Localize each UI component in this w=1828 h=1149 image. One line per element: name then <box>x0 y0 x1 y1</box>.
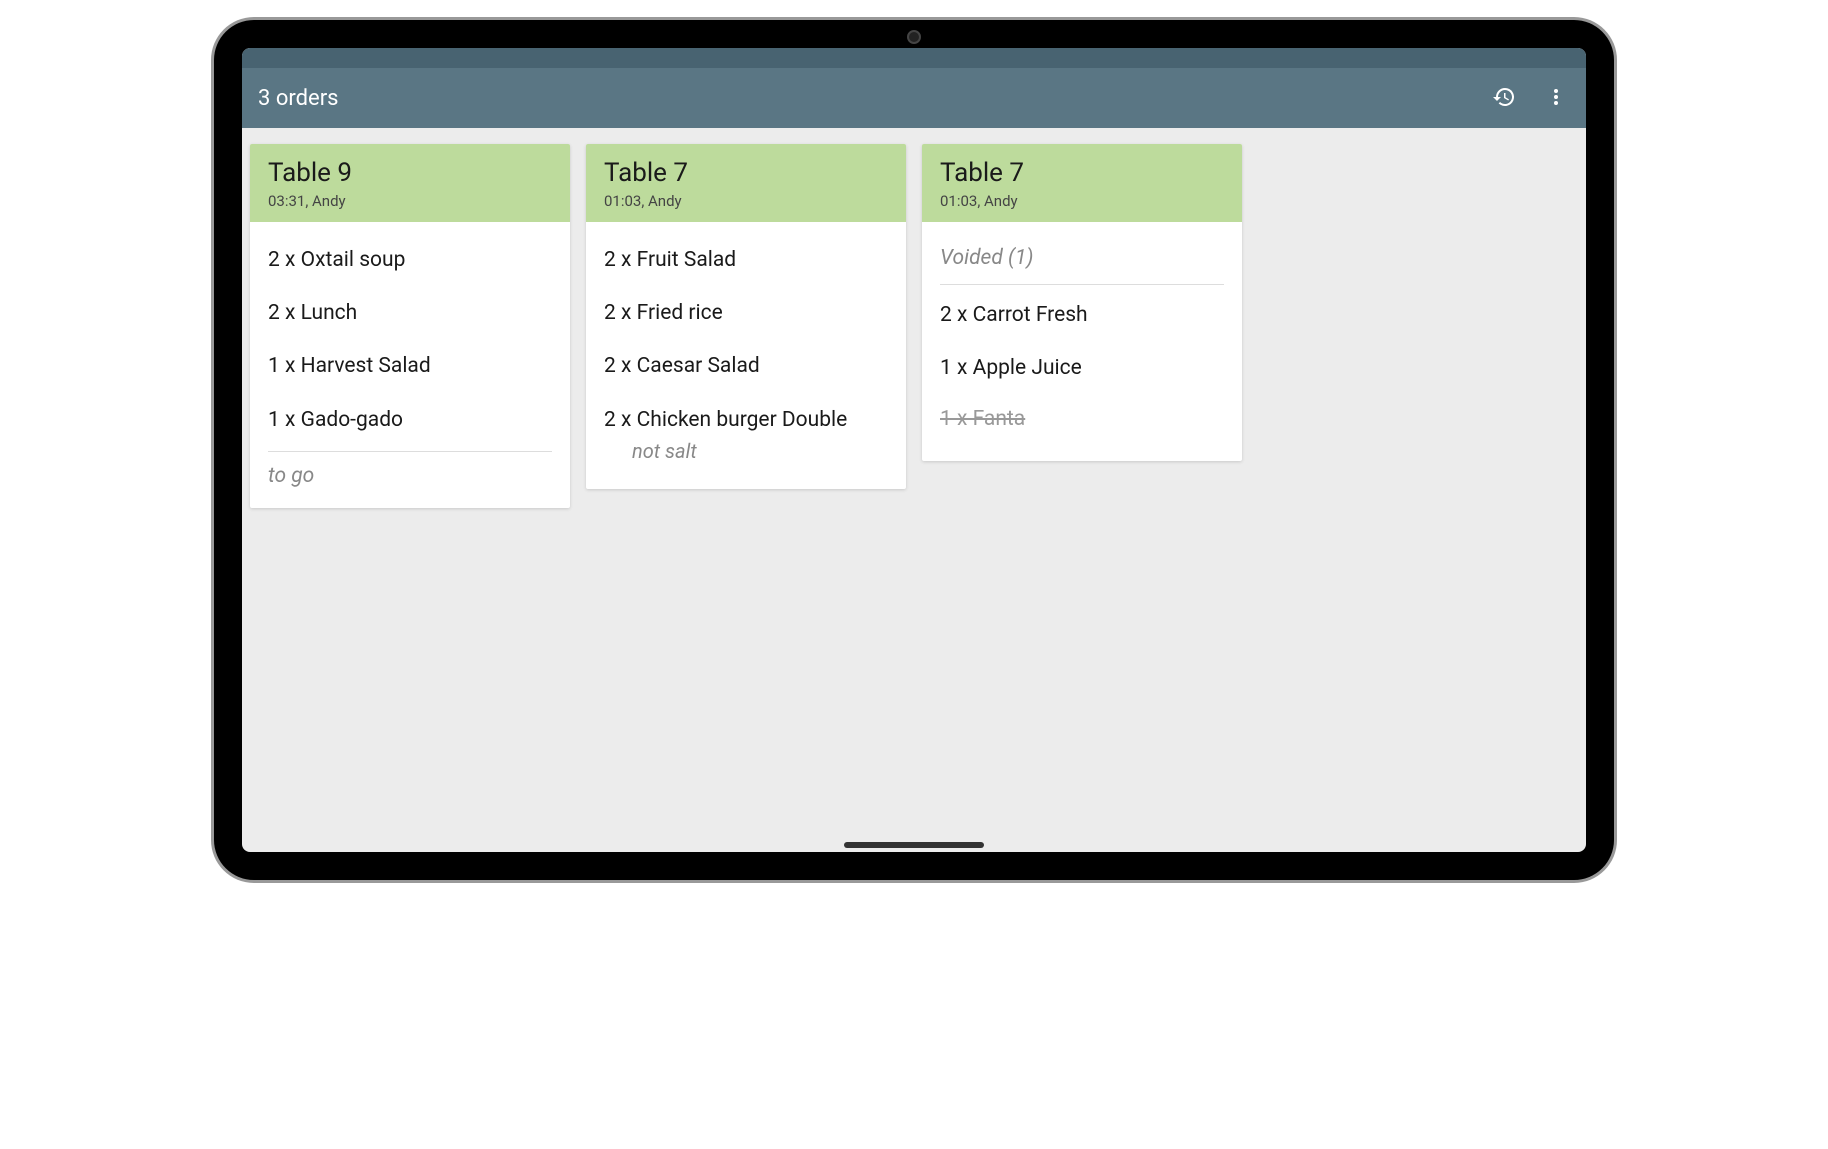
order-item: 1 x Gado-gado <box>268 394 552 447</box>
order-card[interactable]: Table 7 01:03, Andy 2 x Fruit Salad 2 x … <box>586 144 906 489</box>
orders-container: Table 9 03:31, Andy 2 x Oxtail soup 2 x … <box>242 128 1586 852</box>
order-meta: 01:03, Andy <box>604 192 888 210</box>
order-card-header: Table 7 01:03, Andy <box>586 144 906 222</box>
home-indicator <box>844 842 984 848</box>
order-item-note: not salt <box>604 439 888 471</box>
order-item: 2 x Carrot Fresh <box>940 289 1224 342</box>
screen: 3 orders Table 9 <box>242 48 1586 852</box>
order-card[interactable]: Table 7 01:03, Andy Voided (1) 2 x Carro… <box>922 144 1242 461</box>
order-card-body: 2 x Oxtail soup 2 x Lunch 1 x Harvest Sa… <box>250 222 570 508</box>
order-card-body: Voided (1) 2 x Carrot Fresh 1 x Apple Ju… <box>922 222 1242 461</box>
divider <box>268 451 552 452</box>
order-footer-note: to go <box>268 456 552 490</box>
divider <box>940 284 1224 285</box>
voided-item: 1 x Fanta <box>940 395 1224 443</box>
history-button[interactable] <box>1490 84 1518 112</box>
order-card-header: Table 7 01:03, Andy <box>922 144 1242 222</box>
order-table-name: Table 7 <box>604 158 888 188</box>
order-card-body: 2 x Fruit Salad 2 x Fried rice 2 x Caesa… <box>586 222 906 489</box>
voided-label: Voided (1) <box>940 234 1224 280</box>
camera-notch <box>907 30 921 44</box>
order-item: 1 x Apple Juice <box>940 342 1224 395</box>
order-item: 2 x Lunch <box>268 287 552 340</box>
order-card[interactable]: Table 9 03:31, Andy 2 x Oxtail soup 2 x … <box>250 144 570 508</box>
more-vert-icon <box>1544 85 1568 112</box>
history-icon <box>1492 85 1516 112</box>
order-meta: 01:03, Andy <box>940 192 1224 210</box>
order-item: 2 x Oxtail soup <box>268 234 552 287</box>
order-table-name: Table 9 <box>268 158 552 188</box>
tablet-frame: 3 orders Table 9 <box>214 20 1614 880</box>
app-bar: 3 orders <box>242 68 1586 128</box>
order-item: 1 x Harvest Salad <box>268 340 552 393</box>
app-bar-actions <box>1490 84 1570 112</box>
page-title: 3 orders <box>258 86 339 111</box>
order-item: 2 x Caesar Salad <box>604 340 888 393</box>
order-item: 2 x Fruit Salad <box>604 234 888 287</box>
order-item: 2 x Fried rice <box>604 287 888 340</box>
order-meta: 03:31, Andy <box>268 192 552 210</box>
more-button[interactable] <box>1542 84 1570 112</box>
order-card-header: Table 9 03:31, Andy <box>250 144 570 222</box>
status-bar <box>242 48 1586 68</box>
order-table-name: Table 7 <box>940 158 1224 188</box>
